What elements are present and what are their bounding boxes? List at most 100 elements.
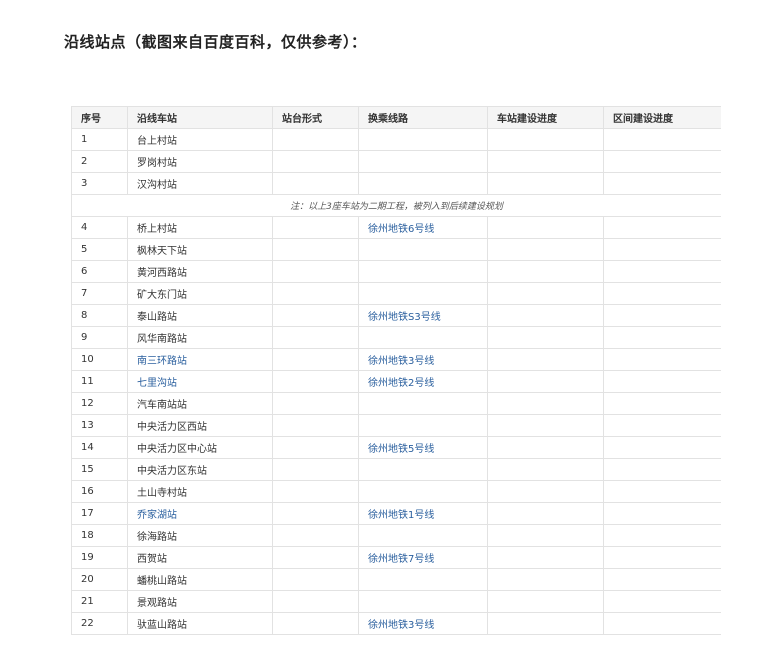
station-progress	[487, 370, 604, 393]
platform-type	[272, 348, 359, 371]
platform-type	[272, 128, 359, 151]
row-number: 2	[71, 150, 128, 173]
platform-type	[272, 150, 359, 173]
row-number: 6	[71, 260, 128, 283]
row-number: 15	[71, 458, 128, 481]
platform-type	[272, 370, 359, 393]
station-progress	[487, 612, 604, 635]
station-progress	[487, 260, 604, 283]
platform-type	[272, 612, 359, 635]
station-name: 驮蓝山路站	[127, 612, 273, 635]
transfer-line	[358, 326, 488, 349]
station-progress	[487, 414, 604, 437]
station-name: 汽车南站站	[127, 392, 273, 415]
platform-type	[272, 436, 359, 459]
section-progress	[603, 436, 721, 459]
transfer-line	[358, 260, 488, 283]
platform-type	[272, 260, 359, 283]
section-progress	[603, 370, 721, 393]
platform-type	[272, 172, 359, 195]
station-name: 枫林天下站	[127, 238, 273, 261]
section-progress	[603, 282, 721, 305]
station-progress	[487, 216, 604, 239]
table-row: 15 中央活力区东站	[71, 458, 721, 481]
row-number: 13	[71, 414, 128, 437]
header-platform: 站台形式	[272, 106, 359, 129]
transfer-line	[358, 524, 488, 547]
row-number: 22	[71, 612, 128, 635]
station-progress	[487, 436, 604, 459]
header-station-progress: 车站建设进度	[487, 106, 604, 129]
row-number: 21	[71, 590, 128, 613]
row-number: 20	[71, 568, 128, 591]
row-number: 5	[71, 238, 128, 261]
section-progress	[603, 304, 721, 327]
section-progress	[603, 128, 721, 151]
table-row: 9 风华南路站	[71, 326, 721, 349]
transfer-line	[358, 282, 488, 305]
station-name: 汉沟村站	[127, 172, 273, 195]
row-number: 4	[71, 216, 128, 239]
table-row: 16 土山寺村站	[71, 480, 721, 503]
station-name: 中央活力区东站	[127, 458, 273, 481]
station-name: 西贺站	[127, 546, 273, 569]
platform-type	[272, 282, 359, 305]
platform-type	[272, 546, 359, 569]
platform-type	[272, 458, 359, 481]
transfer-line[interactable]: 徐州地铁S3号线	[358, 304, 488, 327]
station-name: 矿大东门站	[127, 282, 273, 305]
platform-type	[272, 392, 359, 415]
section-progress	[603, 480, 721, 503]
transfer-line[interactable]: 徐州地铁7号线	[358, 546, 488, 569]
platform-type	[272, 568, 359, 591]
transfer-line[interactable]: 徐州地铁3号线	[358, 348, 488, 371]
transfer-line[interactable]: 徐州地铁3号线	[358, 612, 488, 635]
platform-type	[272, 414, 359, 437]
header-section-progress: 区间建设进度	[603, 106, 721, 129]
station-name: 风华南路站	[127, 326, 273, 349]
station-name: 黄河西路站	[127, 260, 273, 283]
section-progress	[603, 414, 721, 437]
transfer-line[interactable]: 徐州地铁1号线	[358, 502, 488, 525]
row-number: 1	[71, 128, 128, 151]
table-row: 6 黄河西路站	[71, 260, 721, 283]
station-name: 土山寺村站	[127, 480, 273, 503]
transfer-line	[358, 172, 488, 195]
transfer-line	[358, 238, 488, 261]
table-row: 5 枫林天下站	[71, 238, 721, 261]
station-progress	[487, 150, 604, 173]
transfer-line	[358, 458, 488, 481]
table-row: 10 南三环路站 徐州地铁3号线	[71, 348, 721, 371]
row-number: 9	[71, 326, 128, 349]
section-progress	[603, 612, 721, 635]
station-progress	[487, 238, 604, 261]
station-progress	[487, 282, 604, 305]
station-progress	[487, 480, 604, 503]
header-station: 沿线车站	[127, 106, 273, 129]
table-row: 18 徐海路站	[71, 524, 721, 547]
row-number: 3	[71, 172, 128, 195]
station-name[interactable]: 七里沟站	[127, 370, 273, 393]
transfer-line[interactable]: 徐州地铁6号线	[358, 216, 488, 239]
transfer-line[interactable]: 徐州地铁5号线	[358, 436, 488, 459]
row-number: 19	[71, 546, 128, 569]
table-row: 17 乔家湖站 徐州地铁1号线	[71, 502, 721, 525]
platform-type	[272, 590, 359, 613]
row-number: 14	[71, 436, 128, 459]
station-name[interactable]: 南三环路站	[127, 348, 273, 371]
station-name[interactable]: 乔家湖站	[127, 502, 273, 525]
platform-type	[272, 480, 359, 503]
row-number: 8	[71, 304, 128, 327]
table-row: 22 驮蓝山路站 徐州地铁3号线	[71, 612, 721, 635]
table-row: 8 泰山路站 徐州地铁S3号线	[71, 304, 721, 327]
section-progress	[603, 524, 721, 547]
station-progress	[487, 172, 604, 195]
row-number: 12	[71, 392, 128, 415]
section-progress	[603, 348, 721, 371]
transfer-line[interactable]: 徐州地铁2号线	[358, 370, 488, 393]
platform-type	[272, 238, 359, 261]
transfer-line	[358, 392, 488, 415]
station-progress	[487, 128, 604, 151]
section-progress	[603, 502, 721, 525]
station-name: 泰山路站	[127, 304, 273, 327]
